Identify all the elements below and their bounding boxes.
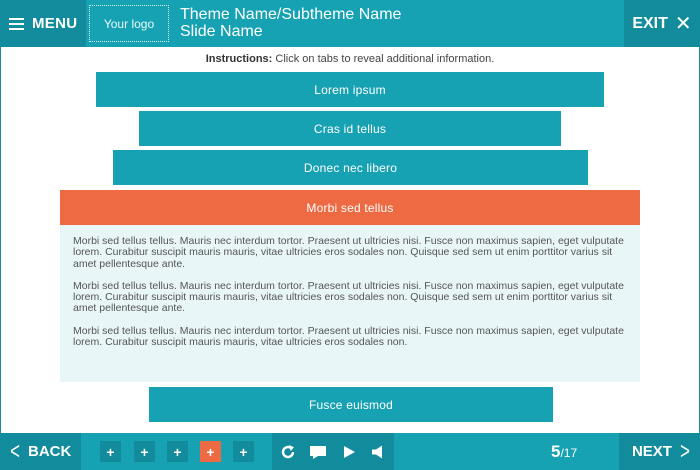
exit-label: EXIT: [632, 14, 668, 32]
exit-button[interactable]: EXIT ✕: [624, 0, 700, 47]
menu-label: MENU: [32, 15, 78, 32]
instructions: Instructions: Click on tabs to reveal ad…: [0, 53, 700, 65]
tab-morbi-sed-tellus[interactable]: Morbi sed tellus: [60, 190, 640, 225]
page-dot-1[interactable]: +: [100, 441, 121, 462]
panel-paragraph: Morbi sed tellus tellus. Mauris nec inte…: [73, 235, 624, 270]
chevron-left-icon: <: [10, 437, 20, 465]
total-pages: /17: [560, 446, 578, 460]
page-dot-4-active[interactable]: +: [200, 441, 221, 462]
header-bar: MENU Your logo Theme Name/Subtheme Name …: [0, 0, 700, 47]
tab-content-panel: Morbi sed tellus tellus. Mauris nec inte…: [60, 225, 640, 382]
footer-bar: < BACK + + + + + 5/17 NEXT >: [0, 433, 700, 470]
menu-button[interactable]: MENU: [0, 0, 86, 47]
chevron-right-icon: >: [680, 437, 690, 465]
panel-paragraph: Morbi sed tellus tellus. Mauris nec inte…: [73, 324, 624, 349]
theme-title: Theme Name/Subtheme Name: [180, 6, 402, 23]
volume-icon[interactable]: [368, 442, 388, 462]
tab-donec-nec-libero[interactable]: Donec nec libero: [113, 150, 588, 185]
next-label: NEXT: [631, 443, 672, 460]
panel-paragraph: Morbi sed tellus tellus. Mauris nec inte…: [73, 279, 624, 315]
instructions-text: Click on tabs to reveal additional infor…: [272, 53, 495, 65]
tab-cras-id-tellus[interactable]: Cras id tellus: [139, 111, 561, 146]
close-icon: ✕: [674, 12, 692, 35]
logo-placeholder: Your logo: [89, 5, 169, 42]
instructions-label: Instructions:: [205, 53, 273, 65]
back-button[interactable]: < BACK: [0, 433, 81, 470]
play-icon[interactable]: [339, 442, 359, 462]
back-label: BACK: [28, 443, 72, 460]
next-button[interactable]: NEXT >: [619, 433, 700, 470]
page-dot-5[interactable]: +: [233, 441, 254, 462]
page-dot-3[interactable]: +: [167, 441, 188, 462]
tab-lorem-ipsum[interactable]: Lorem ipsum: [96, 72, 604, 107]
media-controls: [272, 433, 394, 470]
page-counter: 5/17: [551, 442, 577, 462]
tab-fusce-euismod[interactable]: Fusce euismod: [149, 387, 553, 422]
page-dot-2[interactable]: +: [134, 441, 155, 462]
slide-name: Slide Name: [180, 23, 263, 40]
title-block: Theme Name/Subtheme Name Slide Name: [180, 6, 401, 40]
refresh-icon[interactable]: [278, 442, 298, 462]
hamburger-icon: [9, 17, 24, 30]
subtitles-icon[interactable]: [308, 442, 328, 462]
